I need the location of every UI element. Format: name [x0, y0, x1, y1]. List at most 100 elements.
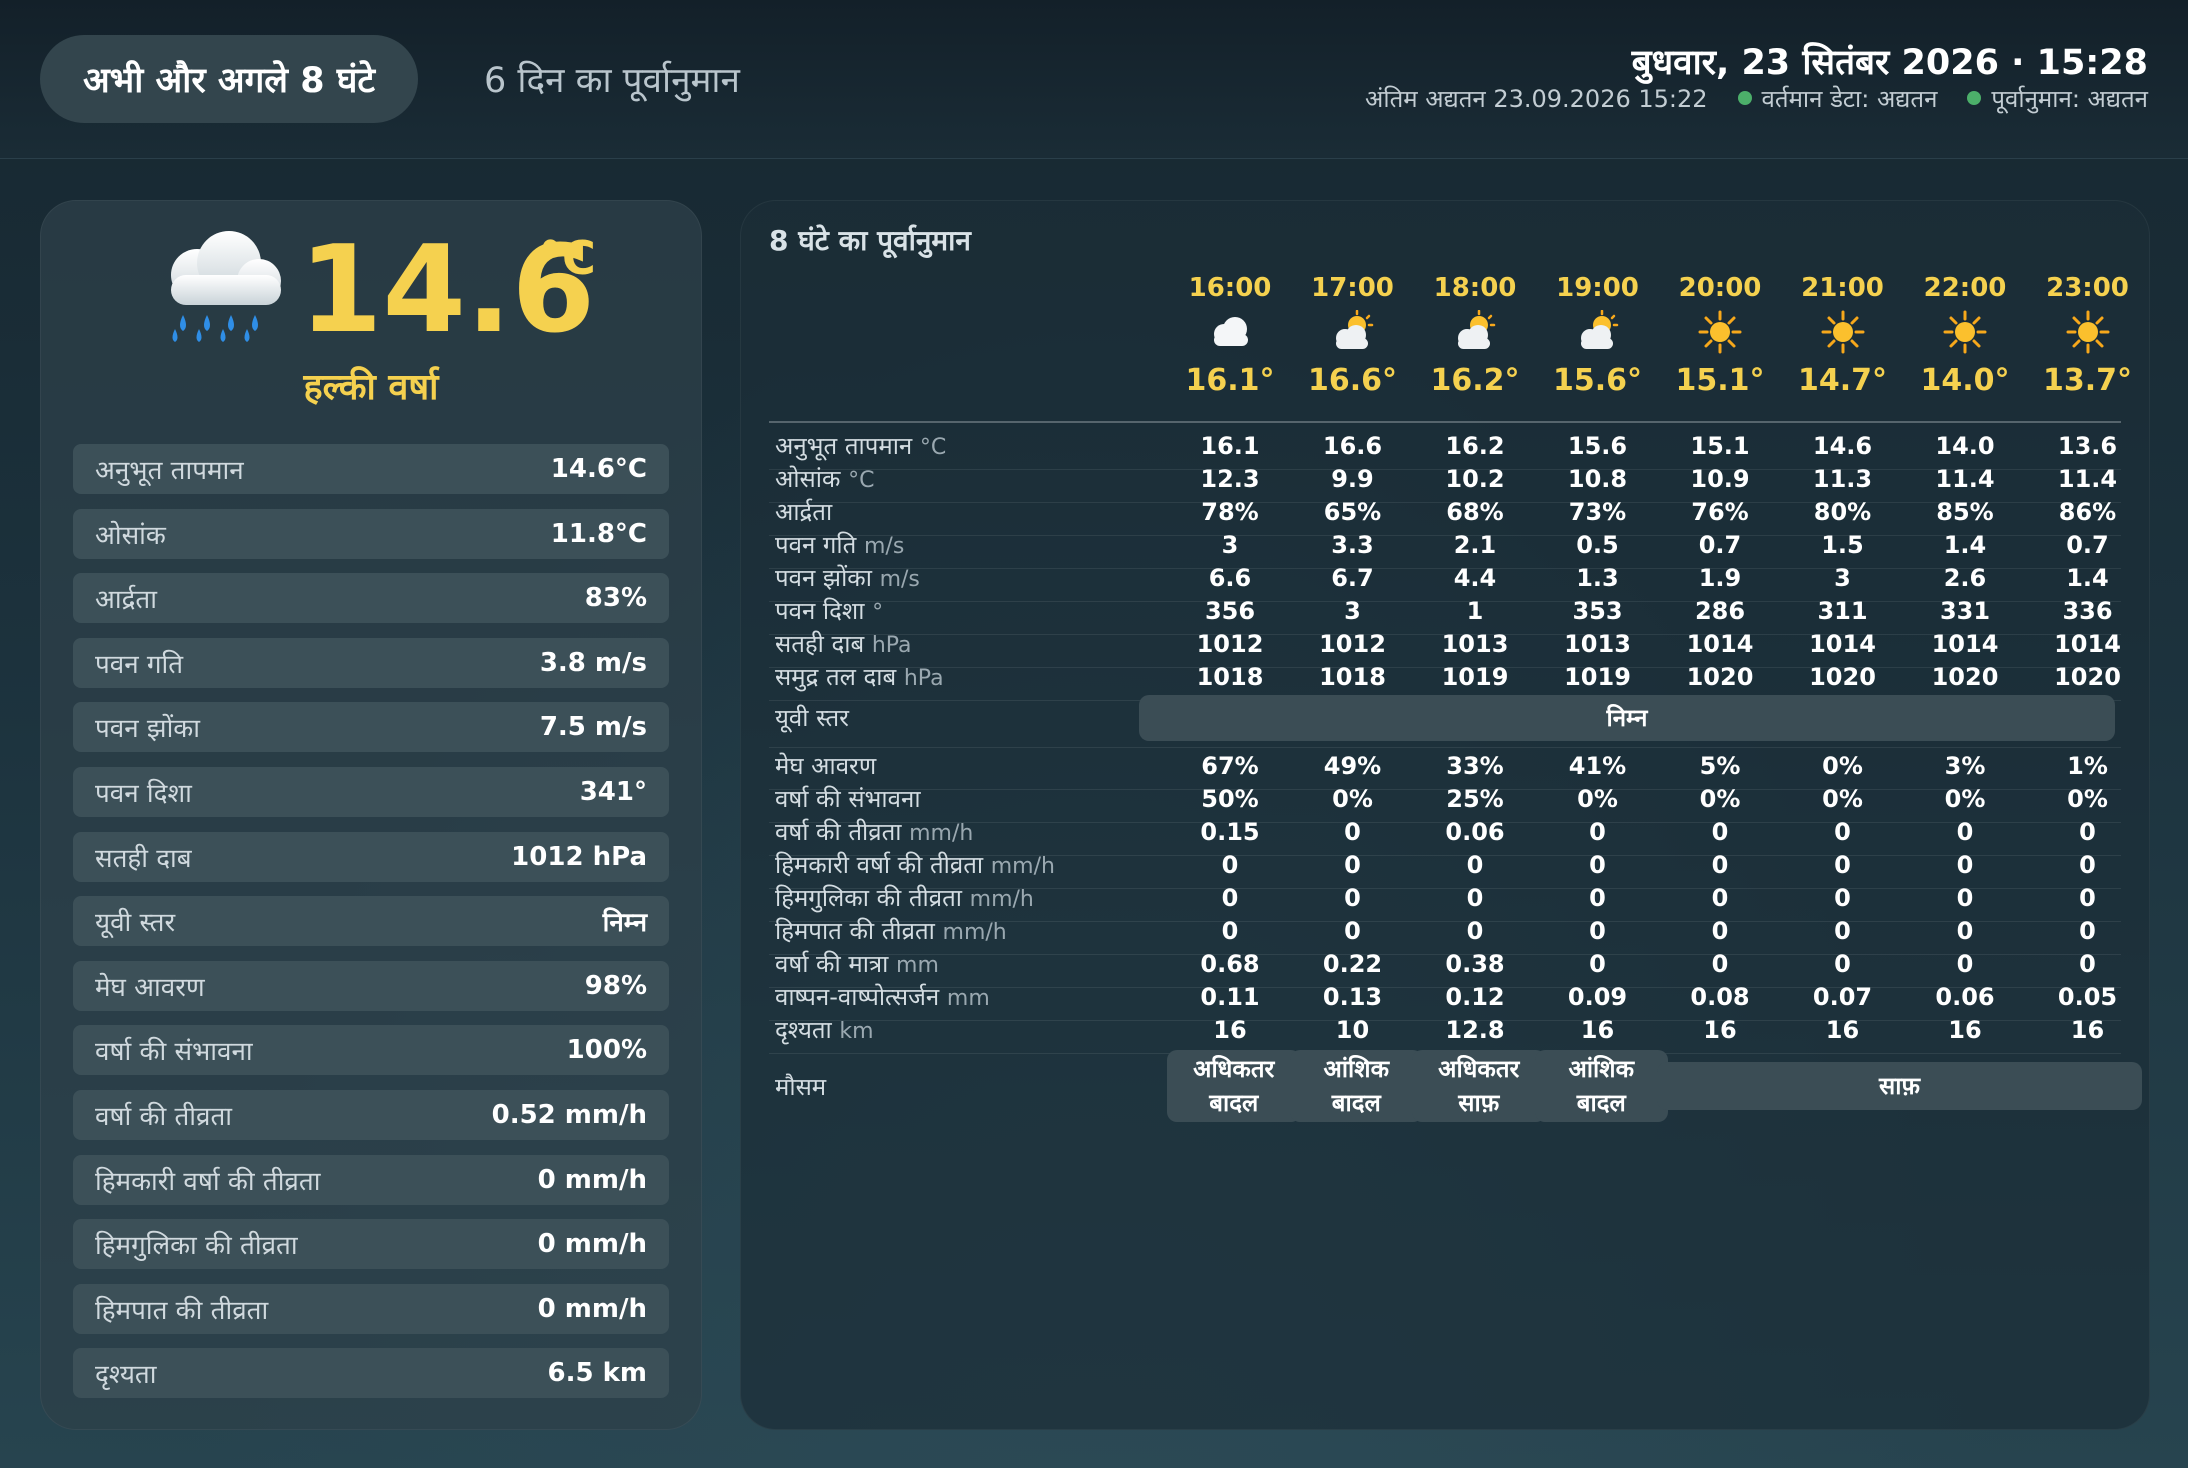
current-row: दृश्यता 6.5 km — [73, 1348, 669, 1399]
cloud-icon — [1214, 317, 1248, 346]
hour-icon — [1659, 307, 1781, 357]
current-row: पवन दिशा 341° — [73, 767, 669, 817]
current-row: पवन झोंका 7.5 m/s — [73, 702, 669, 753]
hour-icon — [1292, 307, 1414, 357]
current-row: ओसांक 11.8°C — [73, 508, 669, 559]
hour-time: 18:00 — [1433, 273, 1517, 303]
sun-icon — [1943, 310, 1987, 354]
current-data-status-text: वर्तमान डेटा: अद्यतन — [1761, 85, 1938, 113]
forecast-title: 8 घंटे का पूर्वानुमान — [769, 224, 971, 257]
current-row-value: 6.5 km — [547, 1358, 648, 1389]
current-row-label: आर्द्रता — [95, 585, 157, 616]
weather-condition-box: अधिकतर बादल — [1167, 1050, 1301, 1122]
current-row: मेघ आवरण 98% — [73, 960, 669, 1011]
status-dot-icon — [1967, 91, 1982, 105]
hour-time: 22:00 — [1923, 273, 2007, 303]
current-row: वर्षा की संभावना 100% — [73, 1025, 669, 1076]
hour-icon — [1904, 307, 2026, 357]
current-row-label: पवन झोंका — [95, 714, 201, 745]
sun-behind-cloud-icon — [1458, 310, 1496, 349]
current-row: पवन गति 3.8 m/s — [73, 637, 669, 688]
current-row-value: 83% — [584, 583, 647, 614]
hour-temperature: 16.1° — [1185, 363, 1275, 398]
current-row-label: वर्षा की संभावना — [95, 1037, 253, 1068]
current-row: हिमकारी वर्षा की तीव्रता 0 mm/h — [73, 1154, 669, 1205]
current-row-label: मेघ आवरण — [95, 972, 205, 1003]
tab-now-8-hours[interactable]: अभी और अगले 8 घंटे — [40, 35, 418, 123]
weather-label: मौसम — [775, 1073, 827, 1101]
hour-time: 19:00 — [1556, 273, 1639, 303]
hour-icon — [1537, 307, 1659, 357]
current-row-label: पवन गति — [95, 649, 184, 680]
rain-cloud-icon — [171, 231, 281, 342]
hour-temperature: 14.7° — [1797, 363, 1888, 398]
hour-column-18:00: 18:00 16.2° — [1414, 273, 1536, 398]
status-dot-icon — [1737, 91, 1752, 105]
hour-column-22:00: 22:00 14.0° — [1904, 273, 2026, 398]
hour-temperature: 16.2° — [1430, 363, 1520, 398]
hour-temperature: 14.0° — [1920, 363, 2010, 398]
current-row-label: पवन दिशा — [95, 779, 192, 809]
weather-condition-box: अधिकतर साफ़ — [1412, 1050, 1546, 1122]
current-row-label: दृश्यता — [95, 1360, 157, 1391]
current-row-value: 14.6°C — [550, 454, 647, 484]
tab-6-day-forecast[interactable]: 6 दिन का पूर्वानुमान — [484, 35, 740, 123]
hour-icon — [2027, 307, 2149, 357]
hour-icon — [1169, 307, 1291, 357]
current-row-value: निम्न — [602, 908, 647, 939]
current-row: सतही दाब 1012 hPa — [73, 831, 669, 882]
hour-time: 21:00 — [1801, 273, 1884, 303]
sun-icon — [2066, 310, 2109, 354]
current-condition: हल्की वर्षा — [303, 367, 439, 408]
sun-behind-cloud-icon — [1335, 310, 1373, 349]
current-data-status: वर्तमान डेटा: अद्यतन — [1737, 82, 1938, 115]
current-row-value: 3.8 m/s — [539, 647, 647, 678]
forecast-status: पूर्वानुमान: अद्यतन — [1967, 82, 2148, 115]
hour-time: 17:00 — [1311, 273, 1394, 303]
sun-icon — [1698, 310, 1742, 354]
current-row-value: 1012 hPa — [511, 841, 647, 872]
current-conditions-panel: 14.6 °C हल्की वर्षा अनुभूत तापमान 14.6°C ओ… — [40, 200, 702, 1430]
hour-time: 20:00 — [1678, 273, 1762, 303]
hour-column-21:00: 21:00 14.7° — [1782, 273, 1904, 398]
current-row-label: यूवी स्तर — [95, 908, 176, 939]
current-row-value: 0.52 mm/h — [491, 1100, 647, 1130]
hour-icon — [1414, 307, 1536, 357]
hour-icon — [1782, 307, 1904, 357]
current-row: हिमपात की तीव्रता 0 mm/h — [73, 1283, 669, 1334]
hour-temperature: 13.7° — [2042, 363, 2133, 398]
weather-condition-box: आंशिक बादल — [1289, 1050, 1423, 1122]
current-row-value: 7.5 m/s — [539, 712, 647, 743]
hour-column-19:00: 19:00 15.6° — [1537, 273, 1659, 398]
sun-icon — [1821, 310, 1864, 354]
hour-column-23:00: 23:00 13.7° — [2027, 273, 2149, 398]
temperature-unit: °C — [539, 231, 596, 285]
current-row-label: सतही दाब — [95, 843, 192, 874]
hour-column-17:00: 17:00 16.6° — [1292, 273, 1414, 398]
hour-column-16:00: 16:00 16.1° — [1169, 273, 1291, 398]
current-date-time: बुधवार, 23 सितंबर 2026 · 15:28 — [1631, 43, 2148, 83]
last-update-text: अंतिम अद्यतन 23.09.2026 15:22 — [1365, 85, 1708, 113]
weather-condition-box: आंशिक बादल — [1534, 1050, 1668, 1122]
row-label-text: दृश्यता — [775, 1016, 832, 1044]
current-row-value: 100% — [566, 1035, 647, 1066]
row-unit: hPa — [903, 666, 944, 691]
hour-time: 16:00 — [1188, 273, 1272, 303]
hour-temperature: 15.1° — [1675, 363, 1765, 398]
top-bar: अभी और अगले 8 घंटे 6 दिन का पूर्वानुमान … — [0, 0, 2188, 159]
uv-label: यूवी स्तर — [775, 704, 849, 732]
weather-row: मौसम अधिकतर बादल आंशिक बादल अधिकतर साफ़ आंशि… — [769, 1042, 2142, 1132]
current-row-value: 0 mm/h — [537, 1164, 647, 1195]
current-row: यूवी स्तर निम्न — [73, 896, 669, 947]
current-row-label: हिमकारी वर्षा की तीव्रता — [95, 1166, 321, 1197]
uv-row: यूवी स्तर निम्न — [769, 689, 2121, 748]
hour-temperature: 15.6° — [1552, 363, 1643, 398]
current-row: अनुभूत तापमान 14.6°C — [73, 444, 669, 494]
current-row-label: वर्षा की तीव्रता — [95, 1102, 233, 1132]
uv-level-bar: निम्न — [1139, 695, 2115, 741]
current-row: वर्षा की तीव्रता 0.52 mm/h — [73, 1090, 669, 1140]
current-row-value: 0 mm/h — [537, 1229, 647, 1260]
weather-condition-box: साफ़ — [1657, 1062, 2142, 1110]
sun-behind-cloud-icon — [1580, 310, 1618, 349]
hourly-forecast-panel: 8 घंटे का पूर्वानुमान 16:00 16.1° 17:00 16.… — [740, 200, 2150, 1430]
